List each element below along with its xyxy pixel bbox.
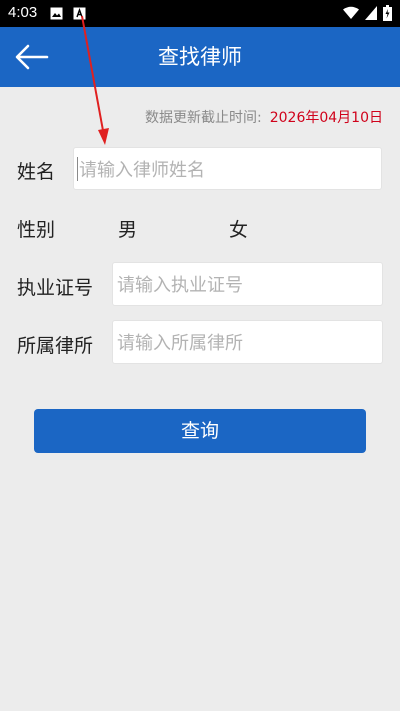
firm-label: 所属律所 (17, 335, 94, 357)
wifi-icon (343, 6, 359, 19)
battery-icon (383, 5, 392, 21)
text-a-icon (73, 7, 86, 20)
system-icons (343, 5, 392, 21)
back-button[interactable] (14, 42, 50, 72)
name-label: 姓名 (17, 161, 56, 183)
license-label: 执业证号 (17, 277, 94, 299)
back-arrow-icon (15, 44, 49, 70)
update-label: 数据更新截止时间: (145, 110, 262, 126)
status-time: 4:03 (8, 4, 38, 21)
gender-option-male[interactable]: 男 (118, 215, 137, 242)
notification-icons (50, 7, 86, 20)
license-number-input[interactable]: 请输入执业证号 (112, 262, 383, 306)
law-firm-input[interactable]: 请输入所属律所 (112, 320, 383, 364)
lawyer-name-input[interactable]: 请输入律师姓名 (73, 147, 382, 190)
update-date: 2026年04月10日 (269, 110, 383, 126)
image-icon (50, 7, 63, 20)
page-title: 查找律师 (158, 45, 242, 69)
law-firm-placeholder: 请输入所属律所 (117, 333, 243, 354)
signal-icon (365, 6, 377, 20)
query-button[interactable]: 查询 (34, 409, 366, 453)
lawyer-name-placeholder: 请输入律师姓名 (79, 159, 205, 181)
update-info: 数据更新截止时间: 2026年04月10日 (145, 107, 383, 127)
app-bar: 查找律师 (0, 27, 400, 87)
gender-option-female[interactable]: 女 (229, 215, 248, 242)
license-number-placeholder: 请输入执业证号 (117, 275, 243, 296)
status-bar: 4:03 (0, 0, 400, 27)
gender-label: 性别 (17, 219, 56, 241)
